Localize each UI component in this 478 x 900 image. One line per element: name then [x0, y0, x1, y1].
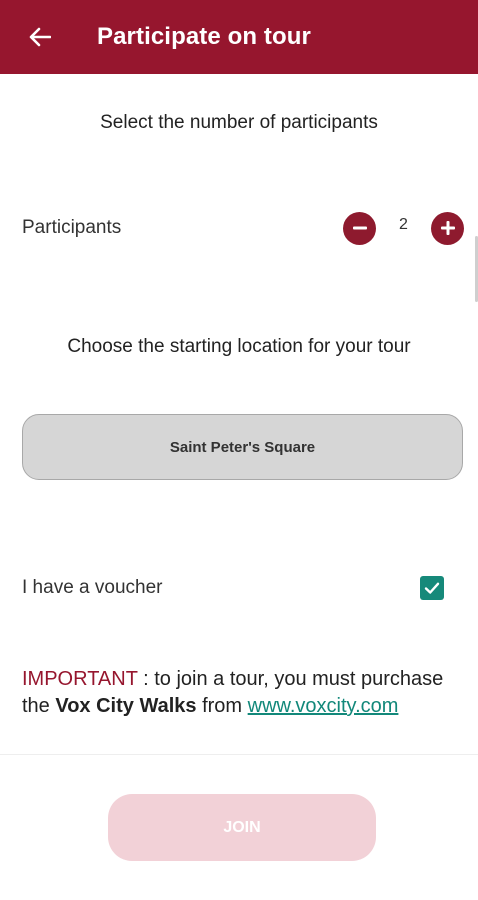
starting-location-button[interactable]: Saint Peter's Square: [22, 414, 463, 480]
brand-name: Vox City Walks: [55, 695, 197, 717]
back-button[interactable]: [20, 17, 60, 57]
minus-circle-icon: [352, 226, 367, 230]
arrow-left-icon: [29, 27, 51, 47]
participants-count: 2: [399, 216, 408, 233]
notice-text-2: from: [196, 695, 248, 717]
check-icon: [424, 582, 440, 594]
participants-stepper: 2: [343, 211, 464, 245]
important-label: IMPORTANT: [22, 668, 138, 690]
participants-row: Participants 2: [22, 208, 464, 248]
voucher-label: I have a voucher: [22, 577, 163, 598]
decrement-button[interactable]: [343, 211, 376, 245]
voucher-checkbox[interactable]: [420, 576, 444, 600]
footer-divider: [0, 754, 478, 755]
important-notice: IMPORTANT : to join a tour, you must pur…: [22, 666, 462, 720]
website-link[interactable]: www.voxcity.com: [248, 695, 399, 717]
plus-circle-icon: [440, 221, 455, 235]
participants-label: Participants: [22, 217, 122, 238]
increment-button[interactable]: [431, 211, 464, 245]
join-button[interactable]: JOIN: [108, 794, 376, 861]
app-bar: Participate on tour: [0, 0, 478, 74]
location-section-title: Choose the starting location for your to…: [67, 336, 411, 357]
voucher-row: I have a voucher: [22, 570, 444, 606]
page-title: Participate on tour: [97, 23, 311, 50]
participants-section-title: Select the number of participants: [100, 112, 378, 133]
